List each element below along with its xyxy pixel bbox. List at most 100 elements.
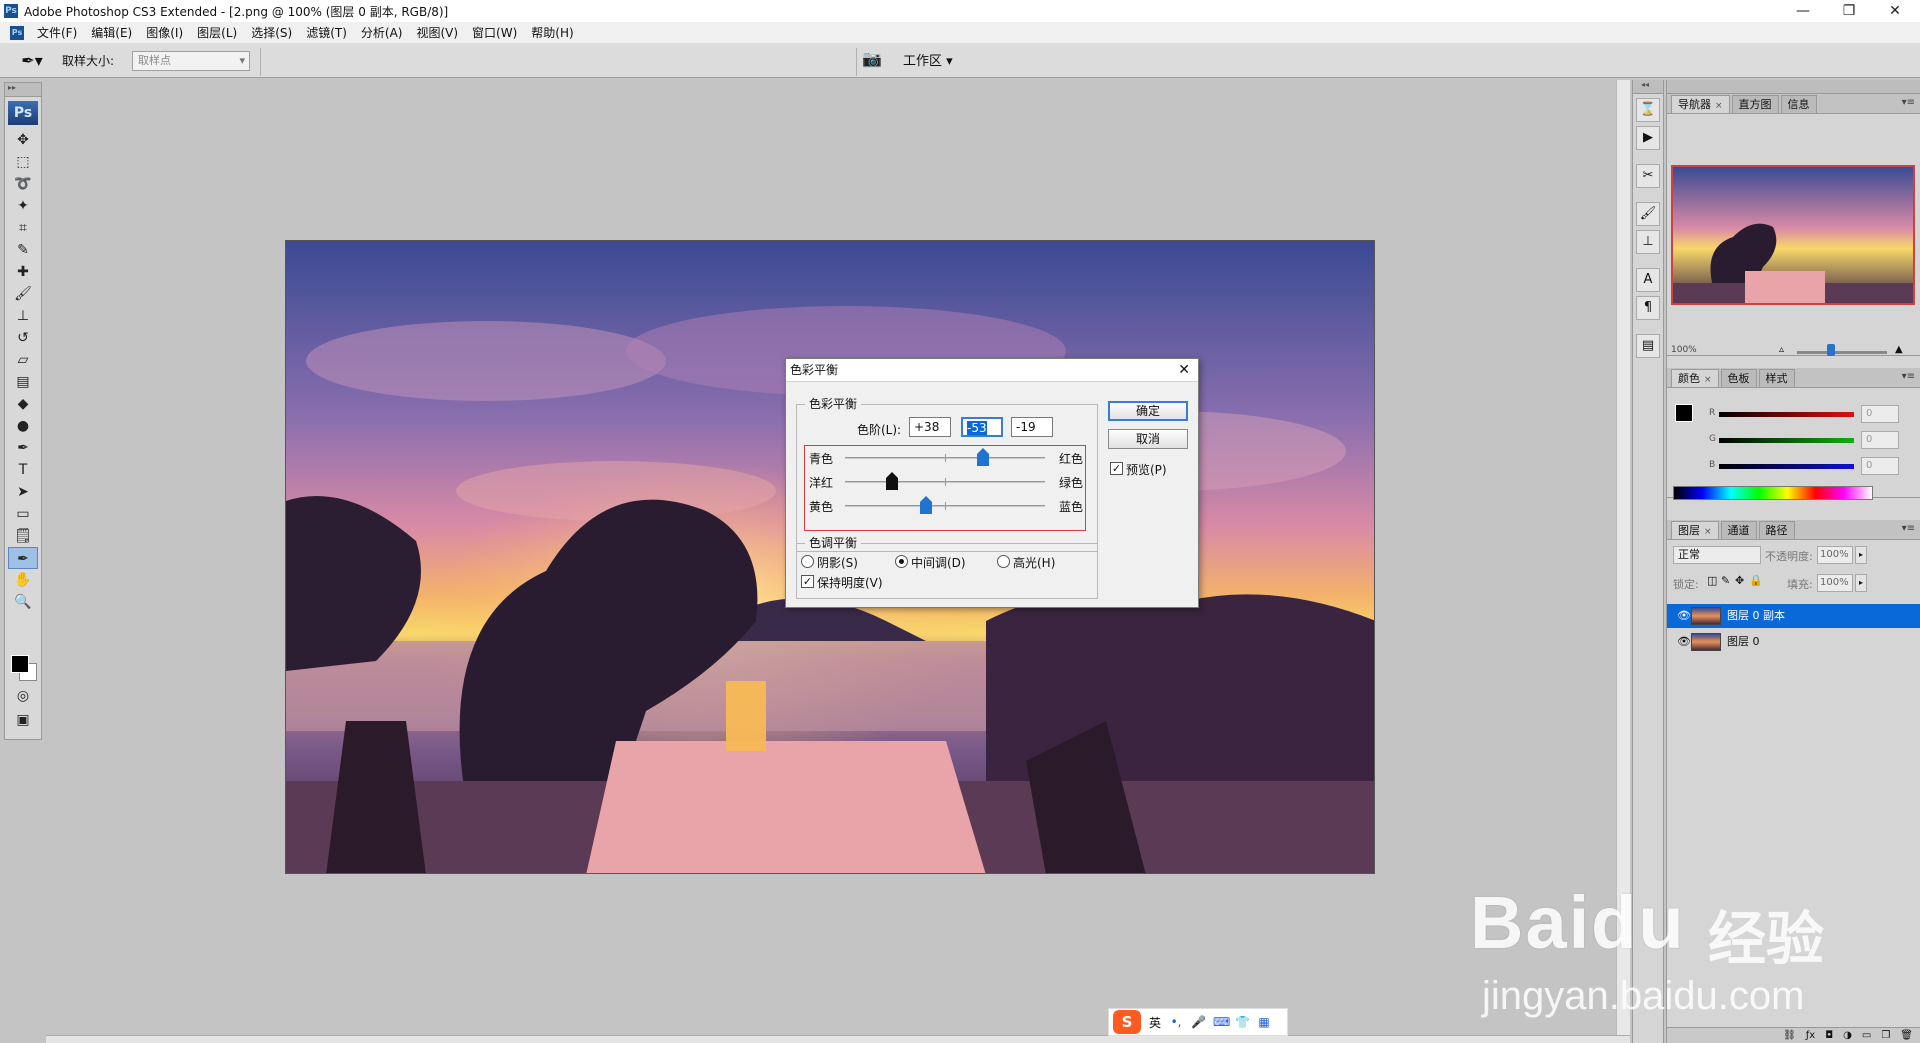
tool-presets-icon[interactable]: ✂ — [1636, 164, 1660, 188]
panel-menu-icon[interactable]: ▾≡ — [1902, 97, 1915, 108]
slider-thumb[interactable] — [886, 472, 898, 490]
document-icon[interactable]: Ps — [10, 25, 24, 40]
tab-close-icon[interactable]: × — [1704, 527, 1712, 537]
tab-styles[interactable]: 样式 — [1758, 369, 1795, 387]
paragraph-icon[interactable]: ¶ — [1636, 296, 1660, 320]
eyedropper-preset-icon[interactable]: ✒▾ — [14, 49, 50, 73]
fill-input[interactable]: 100% — [1817, 574, 1853, 592]
brushes-icon[interactable]: 🖌 — [1636, 202, 1660, 226]
dialog-title-bar[interactable]: 色彩平衡 ✕ — [786, 359, 1198, 382]
navigator-zoom-value[interactable]: 100% — [1671, 345, 1697, 355]
color-fg-swatch[interactable] — [1675, 404, 1693, 422]
menu-file[interactable]: 文件(F) — [30, 22, 84, 44]
magic-wand-tool-icon[interactable]: ✦ — [8, 195, 38, 217]
crop-tool-icon[interactable]: ⌗ — [8, 217, 38, 239]
blue-value[interactable]: 0 — [1861, 457, 1899, 475]
opacity-input[interactable]: 100% — [1817, 546, 1853, 564]
panel-grip[interactable] — [1667, 80, 1920, 94]
adjustment-layer-icon[interactable]: ◑ — [1843, 1028, 1852, 1043]
visibility-eye-icon[interactable]: 👁 — [1677, 604, 1691, 628]
level-yellow-blue-input[interactable]: -19 — [1011, 417, 1053, 437]
red-value[interactable]: 0 — [1861, 405, 1899, 423]
history-brush-tool-icon[interactable]: ↺ — [8, 327, 38, 349]
foreground-color-swatch[interactable] — [11, 655, 29, 673]
toolbox-grip[interactable]: ▸▸ — [5, 83, 41, 97]
close-icon[interactable]: ✕ — [1178, 359, 1190, 382]
microphone-icon[interactable]: 🎤 — [1191, 1015, 1206, 1029]
lasso-tool-icon[interactable]: ➰ — [8, 173, 38, 195]
tab-close-icon[interactable]: × — [1715, 101, 1723, 111]
menu-view[interactable]: 视图(V) — [409, 22, 465, 44]
gradient-tool-icon[interactable]: ▤ — [8, 371, 38, 393]
preview-checkbox[interactable]: ✓ — [1110, 462, 1123, 475]
skin-icon[interactable]: 👕 — [1235, 1015, 1250, 1029]
tab-layers[interactable]: 图层 × — [1671, 521, 1719, 539]
clone-source-icon[interactable]: ⊥ — [1636, 230, 1660, 254]
history-icon[interactable]: ⌛ — [1636, 98, 1660, 122]
character-icon[interactable]: A — [1636, 268, 1660, 292]
new-group-icon[interactable]: ▭ — [1862, 1028, 1871, 1043]
menu-analysis[interactable]: 分析(A) — [354, 22, 410, 44]
camera-icon[interactable]: 📷 — [862, 49, 882, 68]
type-tool-icon[interactable]: T — [8, 459, 38, 481]
preserve-luminosity-checkbox[interactable]: ✓ — [801, 575, 814, 588]
minimize-icon[interactable]: — — [1780, 0, 1826, 22]
tab-info[interactable]: 信息 — [1780, 95, 1817, 113]
path-selection-tool-icon[interactable]: ➤ — [8, 481, 38, 503]
eyedropper-tool-icon[interactable]: ✒ — [8, 547, 38, 569]
layer-row[interactable]: 👁 图层 0 副本 — [1667, 604, 1920, 628]
navigator-thumbnail[interactable] — [1671, 165, 1915, 305]
layer-row[interactable]: 👁 图层 0 — [1667, 630, 1920, 654]
close-icon[interactable]: ✕ — [1872, 0, 1918, 22]
menu-edit[interactable]: 编辑(E) — [84, 22, 139, 44]
tab-close-icon[interactable]: × — [1704, 375, 1712, 385]
lock-position-icon[interactable]: ✥ — [1735, 574, 1744, 587]
menu-help[interactable]: 帮助(H) — [524, 22, 580, 44]
workspace-button[interactable]: 工作区 ▾ — [903, 50, 953, 69]
zoom-out-icon[interactable]: ▵ — [1779, 344, 1784, 355]
level-cyan-red-input[interactable]: +38 — [909, 417, 951, 437]
lock-transparency-icon[interactable]: ◫ — [1707, 574, 1717, 587]
screen-mode-icon[interactable]: ▣ — [8, 709, 38, 731]
restore-icon[interactable]: ❐ — [1826, 0, 1872, 22]
actions-icon[interactable]: ▶ — [1636, 126, 1660, 150]
tab-color[interactable]: 颜色 × — [1671, 369, 1719, 387]
blur-tool-icon[interactable]: ◆ — [8, 393, 38, 415]
dodge-tool-icon[interactable]: ● — [8, 415, 38, 437]
ime-language[interactable]: 英 — [1149, 1014, 1161, 1031]
brush-tool-icon[interactable]: 🖌 — [8, 283, 38, 305]
clone-stamp-tool-icon[interactable]: ⊥ — [8, 305, 38, 327]
menu-select[interactable]: 选择(S) — [244, 22, 299, 44]
tab-navigator[interactable]: 导航器 × — [1671, 95, 1730, 113]
lock-pixels-icon[interactable]: ✎ — [1721, 574, 1730, 587]
ok-button[interactable]: 确定 — [1108, 401, 1188, 421]
visibility-eye-icon[interactable]: 👁 — [1677, 630, 1691, 654]
menu-window[interactable]: 窗口(W) — [465, 22, 524, 44]
lock-all-icon[interactable]: 🔒 — [1749, 574, 1763, 587]
midtones-radio[interactable] — [895, 555, 908, 568]
opacity-arrow-icon[interactable]: ▸ — [1855, 546, 1867, 564]
marquee-tool-icon[interactable]: ⬚ — [8, 151, 38, 173]
sample-size-select[interactable]: 取样点 — [132, 50, 251, 71]
tab-histogram[interactable]: 直方图 — [1731, 95, 1779, 113]
slider-thumb[interactable] — [920, 496, 932, 514]
navigator-zoom-knob[interactable] — [1827, 344, 1835, 356]
menu-layer[interactable]: 图层(L) — [190, 22, 244, 44]
panel-menu-icon[interactable]: ▾≡ — [1902, 523, 1915, 534]
blend-mode-select[interactable]: 正常 — [1673, 546, 1761, 564]
toolbox-grid-icon[interactable]: ▦ — [1257, 1015, 1271, 1029]
highlights-radio[interactable] — [997, 555, 1010, 568]
tab-swatches[interactable]: 色板 — [1720, 369, 1757, 387]
green-value[interactable]: 0 — [1861, 431, 1899, 449]
pen-tool-icon[interactable]: ✒ — [8, 437, 38, 459]
level-magenta-green-input[interactable]: -53 — [961, 417, 1003, 437]
layer-comps-icon[interactable]: ▤ — [1636, 334, 1660, 358]
eraser-tool-icon[interactable]: ▱ — [8, 349, 38, 371]
notes-tool-icon[interactable]: 🗒 — [8, 525, 38, 547]
hand-tool-icon[interactable]: ✋ — [8, 569, 38, 591]
slider-thumb[interactable] — [977, 448, 989, 466]
menu-image[interactable]: 图像(I) — [139, 22, 190, 44]
delete-layer-icon[interactable]: 🗑 — [1900, 1028, 1913, 1043]
zoom-tool-icon[interactable]: 🔍 — [8, 591, 38, 613]
red-slider[interactable] — [1719, 412, 1854, 417]
